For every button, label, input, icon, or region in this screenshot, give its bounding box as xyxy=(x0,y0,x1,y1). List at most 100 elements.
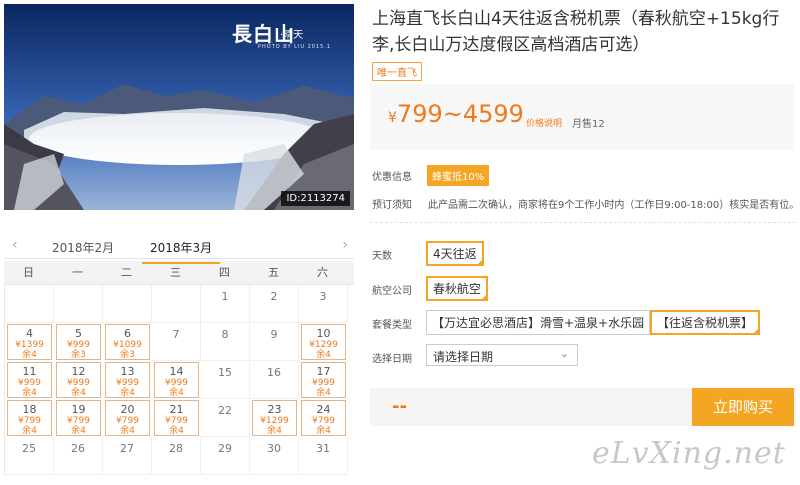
hero-photo-credit: PHOTO BY LIU 2015.1 xyxy=(258,44,332,50)
calendar-weekday-header: 日 一 二 三 四 五 六 xyxy=(4,261,354,285)
chevron-left-icon[interactable]: ‹ xyxy=(12,237,18,253)
calendar-day: 28 xyxy=(152,437,201,475)
calendar-day[interactable]: 17 ¥999 余4 xyxy=(301,362,346,398)
day-remaining: 余4 xyxy=(316,426,331,436)
day-remaining: 余4 xyxy=(22,388,37,398)
calendar-day: 29 xyxy=(201,437,250,475)
day-remaining: 余4 xyxy=(316,350,331,360)
price-note-link[interactable]: 价格说明 xyxy=(526,116,562,129)
day-number: 23 xyxy=(267,403,282,416)
day-price: ¥799 xyxy=(67,416,90,426)
day-price: ¥1299 xyxy=(309,340,338,350)
day-remaining: 余3 xyxy=(71,350,86,360)
calendar-day[interactable]: 24 ¥799 余4 xyxy=(301,400,346,436)
weekday-mon: 一 xyxy=(72,266,83,279)
day-remaining: 余4 xyxy=(169,388,184,398)
calendar-day: 2 xyxy=(250,285,299,323)
day-price: ¥1099 xyxy=(113,340,142,350)
calendar-day[interactable]: 18 ¥799 余4 xyxy=(7,400,52,436)
price-range: ¥799~4599 xyxy=(388,100,524,128)
day-number: 12 xyxy=(71,365,86,378)
day-number: 6 xyxy=(124,327,131,340)
calendar-day: 30 xyxy=(250,437,299,475)
day-remaining: 余4 xyxy=(120,426,135,436)
option-package-flight[interactable]: 【往返含税机票】 xyxy=(650,310,761,335)
option-days-4[interactable]: 4天往返 xyxy=(426,241,484,266)
calendar-day[interactable]: 13 ¥999 余4 xyxy=(105,362,150,398)
calendar-day[interactable]: 14 ¥999 余4 xyxy=(154,362,199,398)
calendar-month-tabs: ‹ 2018年2月 2018年3月 › xyxy=(4,233,354,264)
calendar-day: 27 xyxy=(103,437,152,475)
product-title: 上海直飞长白山4天往返含税机票（春秋航空+15kg行李,长白山万达度假区高档酒店… xyxy=(372,9,780,55)
hero-logo-sub: ·晴天 xyxy=(280,30,304,41)
option-package-hotel[interactable]: 【万达宜必思酒店】滑雪+温泉+水乐园 xyxy=(426,310,651,335)
days-label: 天数 xyxy=(372,251,392,262)
calendar-day[interactable]: 21 ¥799 余4 xyxy=(154,400,199,436)
day-remaining: 余4 xyxy=(71,426,86,436)
day-number: 8 xyxy=(221,328,229,341)
day-remaining: 余4 xyxy=(120,388,135,398)
day-number: 11 xyxy=(22,365,37,378)
calendar-day[interactable]: 6 ¥1099 余3 xyxy=(105,324,150,360)
calendar-day[interactable]: 23 ¥1299 余4 xyxy=(252,400,297,436)
calendar-empty-cell xyxy=(103,285,152,323)
day-number: 17 xyxy=(316,365,331,378)
day-price: ¥1299 xyxy=(260,416,289,426)
day-number xyxy=(152,285,200,290)
calendar-day: 9 xyxy=(250,323,299,361)
tab-month-mar[interactable]: 2018年3月 xyxy=(141,239,221,264)
calendar-day[interactable]: 11 ¥999 余4 xyxy=(7,362,52,398)
day-price: ¥799 xyxy=(165,416,188,426)
day-number: 4 xyxy=(26,327,33,340)
calendar-day[interactable]: 19 ¥799 余4 xyxy=(56,400,101,436)
calendar-day: 25 xyxy=(5,437,54,475)
weekday-wed: 三 xyxy=(170,266,181,279)
calendar-day: 26 xyxy=(54,437,103,475)
weekday-sat: 六 xyxy=(317,266,328,279)
day-price: ¥799 xyxy=(18,416,41,426)
date-select-value: 请选择日期 xyxy=(433,350,494,364)
chevron-right-icon[interactable]: › xyxy=(342,237,348,253)
calendar-day[interactable]: 5 ¥999 余3 xyxy=(56,324,101,360)
day-number: 31 xyxy=(316,442,330,455)
day-number: 13 xyxy=(120,365,135,378)
day-remaining: 余4 xyxy=(22,426,37,436)
date-label: 选择日期 xyxy=(372,354,412,365)
purchase-bar: -- 立即购买 xyxy=(370,388,796,426)
coupon-badge: 蜂蜜抵10% xyxy=(427,165,490,186)
calendar-empty-cell xyxy=(54,285,103,323)
day-remaining: 余4 xyxy=(169,426,184,436)
calendar-day: 16 xyxy=(250,361,299,399)
day-price: ¥999 xyxy=(312,378,335,388)
day-price: ¥999 xyxy=(116,378,139,388)
day-number: 25 xyxy=(22,442,36,455)
direct-flight-tag: 唯一直飞 xyxy=(372,62,422,81)
day-number: 14 xyxy=(169,365,184,378)
image-id-label: ID:2113274 xyxy=(281,191,350,206)
calendar-day[interactable]: 10 ¥1299 余4 xyxy=(301,324,346,360)
price-panel: ¥799~4599 价格说明 月售12 xyxy=(370,84,794,150)
day-number: 20 xyxy=(120,403,135,416)
buy-now-button[interactable]: 立即购买 xyxy=(692,388,794,426)
day-number: 30 xyxy=(267,442,281,455)
day-number: 15 xyxy=(218,366,232,379)
airline-label: 航空公司 xyxy=(372,286,412,297)
day-price: ¥799 xyxy=(312,416,335,426)
day-number: 2 xyxy=(270,290,278,303)
day-number: 28 xyxy=(169,442,183,455)
tab-month-feb[interactable]: 2018年2月 xyxy=(52,239,114,256)
calendar-day[interactable]: 4 ¥1399 余4 xyxy=(7,324,52,360)
day-number: 10 xyxy=(316,327,331,340)
booking-notice: 此产品需二次确认，商家将在9个工作小时内（工作日9:00-18:00）核实是否有… xyxy=(428,200,800,211)
weekday-thu: 四 xyxy=(219,266,230,279)
weekday-sun: 日 xyxy=(23,266,34,279)
day-number: 16 xyxy=(267,366,281,379)
date-select[interactable]: 请选择日期 ⌄ xyxy=(426,344,578,366)
calendar-day[interactable]: 12 ¥999 余4 xyxy=(56,362,101,398)
day-remaining: 余4 xyxy=(316,388,331,398)
day-price: ¥999 xyxy=(18,378,41,388)
calendar-day[interactable]: 20 ¥799 余4 xyxy=(105,400,150,436)
calendar-day: 1 xyxy=(201,285,250,323)
option-airline-spring[interactable]: 春秋航空 xyxy=(426,276,489,301)
day-remaining: 余4 xyxy=(22,350,37,360)
